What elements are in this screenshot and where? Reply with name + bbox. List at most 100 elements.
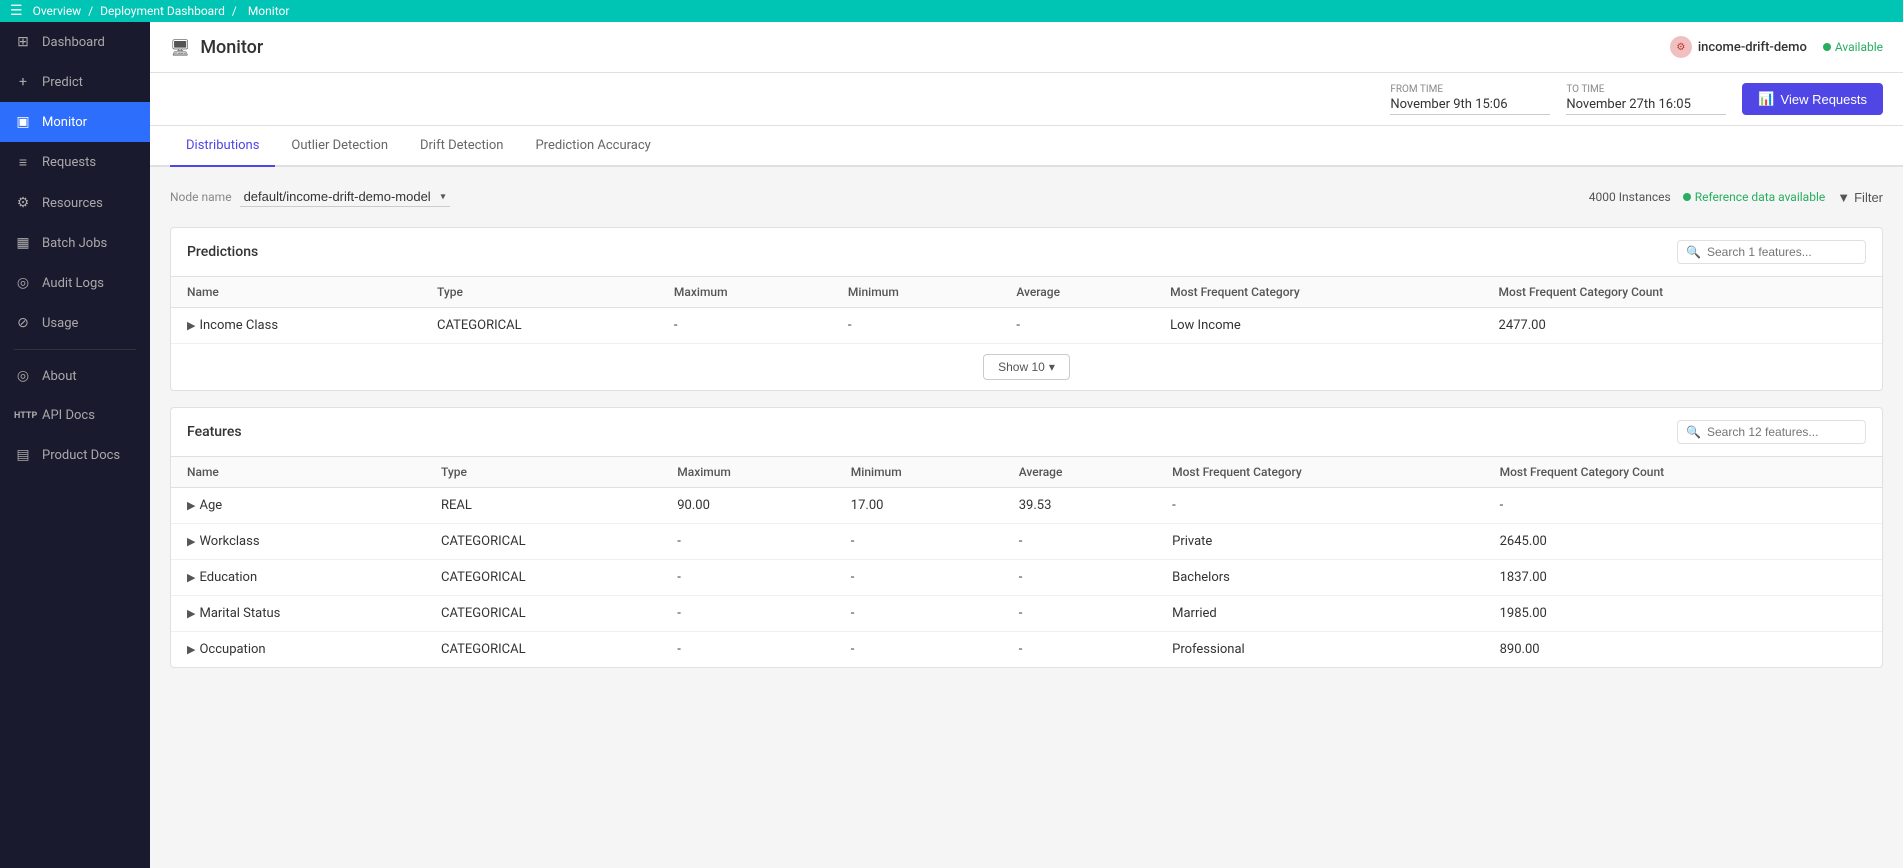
feat-col-most-frequent: Most Frequent Category xyxy=(1156,457,1483,488)
predictions-table-head-row: Name Type Maximum Minimum Average Most F… xyxy=(171,277,1882,308)
feat-most-frequent-cell: Private xyxy=(1156,524,1483,560)
sidebar-item-predict[interactable]: + Predict xyxy=(0,62,150,102)
features-table-header: Features 🔍 xyxy=(171,408,1882,457)
page-title: Monitor xyxy=(200,37,263,58)
pred-most-frequent-count-cell: 2477.00 xyxy=(1483,308,1882,344)
feat-minimum-cell: - xyxy=(835,560,1003,596)
to-time-label: To Time xyxy=(1566,84,1726,95)
table-row: ▶Occupation CATEGORICAL - - - Profession… xyxy=(171,632,1882,668)
sidebar-item-requests[interactable]: ≡ Requests xyxy=(0,142,150,183)
feat-col-average: Average xyxy=(1003,457,1156,488)
pred-minimum-cell: - xyxy=(832,308,1000,344)
topbar: ☰ Overview / Deployment Dashboard / Moni… xyxy=(0,0,1903,22)
sidebar-item-audit-logs[interactable]: ◎ Audit Logs xyxy=(0,263,150,303)
tab-drift-detection[interactable]: Drift Detection xyxy=(404,126,519,167)
feat-most-frequent-cell: Professional xyxy=(1156,632,1483,668)
sidebar-label-predict: Predict xyxy=(42,75,83,90)
col-minimum: Minimum xyxy=(832,277,1000,308)
to-time-value[interactable]: November 27th 16:05 xyxy=(1566,97,1726,115)
pred-most-frequent-cell: Low Income xyxy=(1154,308,1482,344)
expand-button[interactable]: ▶ xyxy=(187,499,199,512)
sidebar-item-resources[interactable]: ⚙ Resources xyxy=(0,183,150,223)
feat-name-cell: ▶Marital Status xyxy=(171,596,425,632)
predictions-table-section: Predictions 🔍 Name Type Maximum Minimum xyxy=(170,227,1883,391)
product-docs-icon: ▤ xyxy=(14,447,32,463)
node-select-wrap: Node name default/income-drift-demo-mode… xyxy=(170,187,450,207)
from-time-label: From Time xyxy=(1390,84,1550,95)
status-label: Available xyxy=(1835,40,1883,54)
resources-icon: ⚙ xyxy=(14,195,32,211)
filter-button[interactable]: ▼ Filter xyxy=(1837,190,1883,205)
sidebar-item-api-docs[interactable]: HTTP API Docs xyxy=(0,396,150,435)
predictions-search-icon: 🔍 xyxy=(1686,245,1701,259)
ref-dot xyxy=(1683,193,1691,201)
col-maximum: Maximum xyxy=(658,277,832,308)
feat-minimum-cell: - xyxy=(835,524,1003,560)
predictions-search-box[interactable]: 🔍 xyxy=(1677,240,1866,264)
view-requests-label: View Requests xyxy=(1781,92,1867,107)
ref-label: Reference data available xyxy=(1695,190,1826,204)
feat-type-cell: REAL xyxy=(425,488,661,524)
header-right: ⚙ income-drift-demo Available xyxy=(1670,36,1883,58)
sidebar-divider xyxy=(14,349,136,350)
predictions-show-more-row: Show 10 ▾ xyxy=(171,343,1882,390)
sidebar-label-requests: Requests xyxy=(42,155,96,170)
predictions-search-input[interactable] xyxy=(1707,245,1857,259)
table-row: ▶Workclass CATEGORICAL - - - Private 264… xyxy=(171,524,1882,560)
expand-button[interactable]: ▶ xyxy=(187,571,199,584)
col-most-frequent: Most Frequent Category xyxy=(1154,277,1482,308)
sidebar-item-monitor[interactable]: ▣ Monitor xyxy=(0,102,150,142)
feat-col-maximum: Maximum xyxy=(661,457,835,488)
sidebar-item-about[interactable]: ◎ About xyxy=(0,356,150,396)
pred-maximum-cell: - xyxy=(658,308,832,344)
sidebar-item-batch-jobs[interactable]: ▦ Batch Jobs xyxy=(0,223,150,263)
feat-col-minimum: Minimum xyxy=(835,457,1003,488)
menu-icon[interactable]: ☰ xyxy=(10,3,23,19)
sidebar-label-usage: Usage xyxy=(42,316,78,331)
predictions-show-more-button[interactable]: Show 10 ▾ xyxy=(983,354,1070,380)
sidebar-item-product-docs[interactable]: ▤ Product Docs xyxy=(0,435,150,475)
features-search-input[interactable] xyxy=(1707,425,1857,439)
breadcrumb-overview[interactable]: Overview xyxy=(33,4,82,18)
tab-distributions[interactable]: Distributions xyxy=(170,126,275,167)
batch-jobs-icon: ▦ xyxy=(14,235,32,251)
content-area: 🖥 Monitor ⚙ income-drift-demo Available … xyxy=(150,22,1903,868)
feat-type-cell: CATEGORICAL xyxy=(425,632,661,668)
breadcrumb: Overview / Deployment Dashboard / Monito… xyxy=(33,4,294,18)
requests-icon: ≡ xyxy=(14,154,32,171)
feat-average-cell: - xyxy=(1003,632,1156,668)
feat-average-cell: - xyxy=(1003,524,1156,560)
tabs-bar: Distributions Outlier Detection Drift De… xyxy=(150,126,1903,167)
usage-icon: ⊘ xyxy=(14,315,32,331)
view-requests-button[interactable]: 📊 View Requests xyxy=(1742,83,1883,115)
filter-label: Filter xyxy=(1854,190,1883,205)
feat-most-frequent-cell: Married xyxy=(1156,596,1483,632)
feat-name-cell: ▶Education xyxy=(171,560,425,596)
feat-most-frequent-count-cell: - xyxy=(1484,488,1882,524)
table-row: ▶Education CATEGORICAL - - - Bachelors 1… xyxy=(171,560,1882,596)
predictions-table-header: Predictions 🔍 xyxy=(171,228,1882,277)
breadcrumb-deployment-dashboard[interactable]: Deployment Dashboard xyxy=(100,4,225,18)
node-select[interactable]: default/income-drift-demo-model xyxy=(240,187,450,207)
feat-type-cell: CATEGORICAL xyxy=(425,596,661,632)
from-time-value[interactable]: November 9th 15:06 xyxy=(1390,97,1550,115)
feat-name-cell: ▶Age xyxy=(171,488,425,524)
feat-type-cell: CATEGORICAL xyxy=(425,524,661,560)
expand-button[interactable]: ▶ xyxy=(187,607,199,620)
features-search-box[interactable]: 🔍 xyxy=(1677,420,1866,444)
expand-button[interactable]: ▶ xyxy=(187,535,199,548)
feat-col-name: Name xyxy=(171,457,425,488)
expand-button[interactable]: ▶ xyxy=(187,319,199,332)
sidebar-item-usage[interactable]: ⊘ Usage xyxy=(0,303,150,343)
api-docs-icon: HTTP xyxy=(14,411,32,421)
sidebar-item-dashboard[interactable]: ⊞ Dashboard xyxy=(0,22,150,62)
tab-prediction-accuracy[interactable]: Prediction Accuracy xyxy=(519,126,666,167)
feat-average-cell: - xyxy=(1003,596,1156,632)
sidebar-label-audit-logs: Audit Logs xyxy=(42,276,104,291)
breadcrumb-monitor: Monitor xyxy=(248,4,290,18)
expand-button[interactable]: ▶ xyxy=(187,643,199,656)
sidebar-label-dashboard: Dashboard xyxy=(42,35,105,50)
feat-minimum-cell: - xyxy=(835,596,1003,632)
table-row: ▶Income Class CATEGORICAL - - - Low Inco… xyxy=(171,308,1882,344)
tab-outlier-detection[interactable]: Outlier Detection xyxy=(275,126,404,167)
